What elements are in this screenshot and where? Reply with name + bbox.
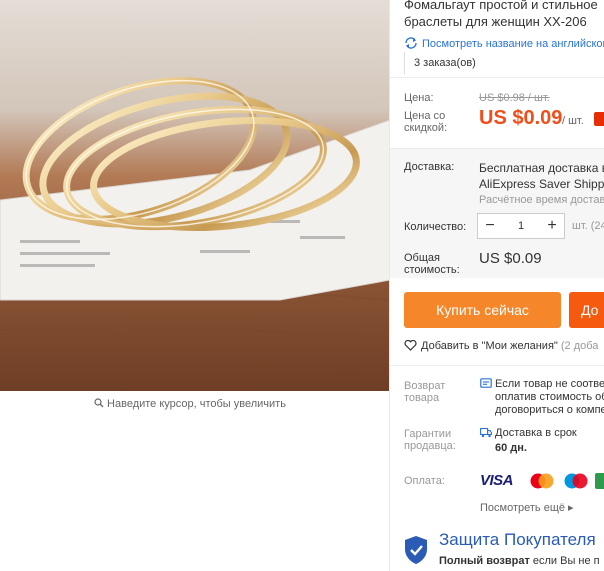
orders-separator	[404, 52, 405, 74]
total-price: US $0.09	[479, 250, 542, 267]
return-box-icon	[480, 378, 492, 388]
quantity-decrease-button[interactable]: −	[478, 214, 502, 238]
total-label-line1: Общая	[404, 252, 440, 264]
quantity-unit: шт. (24	[572, 220, 604, 232]
returns-label-line1: Возврат	[404, 380, 446, 392]
visa-logo: VISA	[480, 472, 514, 489]
returns-label: Возврат товара	[404, 380, 445, 404]
returns-label-line2: товара	[404, 392, 440, 404]
returns-line1: Если товар не соответ	[495, 378, 604, 390]
product-main-image[interactable]	[0, 0, 390, 391]
returns-line3: договориться о компе	[495, 404, 604, 416]
product-title-line2: браслеты для женщин XX-206	[404, 14, 587, 29]
translate-title-link[interactable]: Посмотреть название на английском	[404, 37, 604, 50]
orders-count: 3 заказа(ов)	[414, 57, 476, 69]
guarantee-label: Гарантии продавца:	[404, 428, 456, 452]
wishlist-label: Добавить в "Мои желания"	[421, 340, 558, 352]
divider	[390, 365, 604, 366]
promo-badge	[594, 112, 604, 126]
product-gallery: Наведите курсор, чтобы увеличить	[0, 0, 390, 571]
wishlist-count: (2 доба	[560, 340, 599, 352]
truck-icon	[480, 427, 492, 438]
guarantee-label-line2: продавца:	[404, 440, 456, 452]
magnifier-icon	[94, 398, 104, 408]
quantity-stepper: − +	[477, 213, 565, 239]
guarantee-label-line1: Гарантии	[404, 428, 452, 440]
add-to-wishlist-link[interactable]: Добавить в "Мои желания" (2 доба	[404, 340, 598, 352]
mastercard-icon	[530, 473, 554, 489]
full-refund-text: Полный возврат	[439, 555, 530, 567]
quantity-increase-button[interactable]: +	[540, 214, 564, 238]
translate-link-text: Посмотреть название на английском	[422, 38, 604, 50]
heart-icon	[404, 340, 417, 351]
buyer-protection-subtitle: Полный возврат если Вы не п	[439, 555, 600, 567]
product-title: Фомальгаут простой и стильное браслеты д…	[404, 0, 604, 30]
zoom-hint-text: Наведите курсор, чтобы увеличить	[107, 398, 286, 410]
discount-price-label-line1: Цена со	[404, 110, 446, 122]
quantity-input[interactable]	[502, 214, 540, 238]
shipping-method[interactable]: Бесплатная доставка в	[479, 161, 604, 175]
add-to-cart-button[interactable]: До	[569, 292, 604, 328]
returns-line2: оплатив стоимость об	[495, 391, 604, 403]
see-more-payments-link[interactable]: Посмотреть ещё ▸	[480, 501, 574, 514]
total-label-line2: стоимость:	[404, 264, 460, 276]
shipping-label: Доставка:	[404, 161, 455, 173]
product-info-panel: Фомальгаут простой и стильное браслеты д…	[390, 0, 604, 571]
shield-icon	[405, 536, 427, 564]
on-time-delivery: Доставка в срок	[495, 427, 577, 439]
payment-method-icon	[595, 473, 604, 489]
buy-now-button[interactable]: Купить сейчас	[404, 292, 561, 328]
price-block: Цена: US $0.98 / шт. Цена со скидкой: US…	[390, 78, 604, 148]
maestro-icon	[564, 473, 588, 489]
price-label: Цена:	[404, 92, 434, 104]
discount-price-label: Цена со скидкой:	[404, 110, 447, 134]
total-label: Общая стоимость:	[404, 252, 460, 276]
discount-price-label-line2: скидкой:	[404, 122, 448, 134]
refund-condition-text: если Вы не п	[529, 555, 600, 567]
quantity-label: Количество:	[404, 221, 467, 233]
shipping-service[interactable]: AliExpress Saver Shipping	[479, 177, 604, 191]
product-title-line1: Фомальгаут простой и стильное	[404, 0, 598, 12]
payment-label: Оплата:	[404, 475, 445, 487]
buyer-protection-title: Защита Покупателя	[439, 530, 596, 549]
delivery-days: 60 дн.	[495, 442, 527, 454]
bracelets-photo	[0, 0, 390, 391]
delivery-estimate: Расчётное время доставки	[479, 194, 604, 206]
returns-policy-text: Если товар не соответ оплатив стоимость …	[495, 378, 604, 417]
zoom-hint: Наведите курсор, чтобы увеличить	[0, 398, 380, 410]
price-unit: / шт.	[562, 115, 584, 127]
translate-icon	[405, 37, 417, 49]
discount-price: US $0.09	[479, 107, 563, 129]
original-price: US $0.98 / шт.	[479, 92, 550, 104]
